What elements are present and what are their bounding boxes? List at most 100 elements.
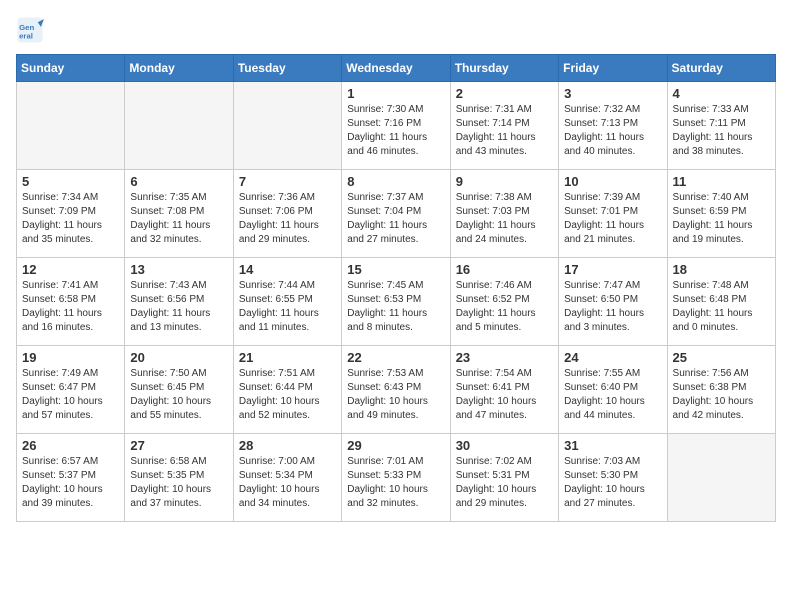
calendar-day-cell: 5 Sunrise: 7:34 AMSunset: 7:09 PMDaylight…	[17, 170, 125, 258]
calendar-day-cell: 12 Sunrise: 7:41 AMSunset: 6:58 PMDayligh…	[17, 258, 125, 346]
day-info: Sunrise: 7:40 AMSunset: 6:59 PMDaylight:…	[673, 191, 770, 247]
day-number: 16	[456, 262, 553, 277]
day-info: Sunrise: 6:57 AMSunset: 5:37 PMDaylight:…	[22, 455, 119, 511]
day-number: 9	[456, 174, 553, 189]
day-number: 3	[564, 86, 661, 101]
calendar-day-cell: 2 Sunrise: 7:31 AMSunset: 7:14 PMDaylight…	[450, 82, 558, 170]
day-info: Sunrise: 7:44 AMSunset: 6:55 PMDaylight:…	[239, 279, 336, 335]
day-number: 18	[673, 262, 770, 277]
calendar-week-row: 1Sunrise: 7:30 AMSunset: 7:16 PMDaylight…	[17, 82, 776, 170]
day-info: Sunrise: 7:49 AMSunset: 6:47 PMDaylight:…	[22, 367, 119, 423]
day-info: Sunrise: 7:50 AMSunset: 6:45 PMDaylight:…	[130, 367, 227, 423]
day-number: 12	[22, 262, 119, 277]
calendar-day-cell: 10Sunrise: 7:39 AMSunset: 7:01 PMDayligh…	[559, 170, 667, 258]
day-info: Sunrise: 7:51 AMSunset: 6:44 PMDaylight:…	[239, 367, 336, 423]
calendar-day-cell: 27 Sunrise: 6:58 AMSunset: 5:35 PMDayligh…	[125, 434, 233, 522]
day-number: 13	[130, 262, 227, 277]
day-info: Sunrise: 7:31 AMSunset: 7:14 PMDaylight:…	[456, 103, 553, 159]
day-info: Sunrise: 7:48 AMSunset: 6:48 PMDaylight:…	[673, 279, 770, 335]
day-number: 30	[456, 438, 553, 453]
day-number: 26	[22, 438, 119, 453]
svg-text:Gen: Gen	[19, 23, 34, 32]
day-info: Sunrise: 7:02 AMSunset: 5:31 PMDaylight:…	[456, 455, 553, 511]
calendar-day-cell: 17 Sunrise: 7:47 AMSunset: 6:50 PMDayligh…	[559, 258, 667, 346]
day-number: 5	[22, 174, 119, 189]
calendar-day-cell: 6 Sunrise: 7:35 AMSunset: 7:08 PMDaylight…	[125, 170, 233, 258]
calendar-day-cell: 25 Sunrise: 7:56 AMSunset: 6:38 PMDayligh…	[667, 346, 775, 434]
day-info: Sunrise: 7:30 AMSunset: 7:16 PMDaylight:…	[347, 103, 444, 159]
calendar-day-cell: 24 Sunrise: 7:55 AMSunset: 6:40 PMDayligh…	[559, 346, 667, 434]
day-number: 6	[130, 174, 227, 189]
day-info: Sunrise: 7:36 AMSunset: 7:06 PMDaylight:…	[239, 191, 336, 247]
day-info: Sunrise: 7:53 AMSunset: 6:43 PMDaylight:…	[347, 367, 444, 423]
day-info: Sunrise: 7:34 AMSunset: 7:09 PMDaylight:…	[22, 191, 119, 247]
weekday-header-cell: Friday	[559, 55, 667, 82]
calendar-week-row: 19Sunrise: 7:49 AMSunset: 6:47 PMDayligh…	[17, 346, 776, 434]
calendar-day-cell: 7 Sunrise: 7:36 AMSunset: 7:06 PMDaylight…	[233, 170, 341, 258]
calendar-day-cell: 30 Sunrise: 7:02 AMSunset: 5:31 PMDayligh…	[450, 434, 558, 522]
calendar-body: 1Sunrise: 7:30 AMSunset: 7:16 PMDaylight…	[17, 82, 776, 522]
calendar-day-cell: 15 Sunrise: 7:45 AMSunset: 6:53 PMDayligh…	[342, 258, 450, 346]
day-number: 31	[564, 438, 661, 453]
calendar-day-cell: 29 Sunrise: 7:01 AMSunset: 5:33 PMDayligh…	[342, 434, 450, 522]
calendar-day-cell: 26 Sunrise: 6:57 AMSunset: 5:37 PMDayligh…	[17, 434, 125, 522]
day-info: Sunrise: 7:37 AMSunset: 7:04 PMDaylight:…	[347, 191, 444, 247]
day-info: Sunrise: 7:35 AMSunset: 7:08 PMDaylight:…	[130, 191, 227, 247]
day-number: 2	[456, 86, 553, 101]
day-number: 28	[239, 438, 336, 453]
calendar-day-cell: 21 Sunrise: 7:51 AMSunset: 6:44 PMDayligh…	[233, 346, 341, 434]
calendar-day-cell: 19Sunrise: 7:49 AMSunset: 6:47 PMDayligh…	[17, 346, 125, 434]
calendar-day-cell: 28 Sunrise: 7:00 AMSunset: 5:34 PMDayligh…	[233, 434, 341, 522]
day-number: 11	[673, 174, 770, 189]
day-number: 17	[564, 262, 661, 277]
calendar-day-cell: 23 Sunrise: 7:54 AMSunset: 6:41 PMDayligh…	[450, 346, 558, 434]
day-info: Sunrise: 7:47 AMSunset: 6:50 PMDaylight:…	[564, 279, 661, 335]
calendar-day-cell: 16 Sunrise: 7:46 AMSunset: 6:52 PMDayligh…	[450, 258, 558, 346]
day-info: Sunrise: 7:41 AMSunset: 6:58 PMDaylight:…	[22, 279, 119, 335]
calendar-week-row: 12 Sunrise: 7:41 AMSunset: 6:58 PMDayligh…	[17, 258, 776, 346]
day-number: 23	[456, 350, 553, 365]
day-number: 24	[564, 350, 661, 365]
day-number: 29	[347, 438, 444, 453]
day-info: Sunrise: 7:56 AMSunset: 6:38 PMDaylight:…	[673, 367, 770, 423]
day-info: Sunrise: 7:33 AMSunset: 7:11 PMDaylight:…	[673, 103, 770, 159]
day-info: Sunrise: 7:32 AMSunset: 7:13 PMDaylight:…	[564, 103, 661, 159]
calendar-week-row: 5 Sunrise: 7:34 AMSunset: 7:09 PMDaylight…	[17, 170, 776, 258]
weekday-header-cell: Wednesday	[342, 55, 450, 82]
day-info: Sunrise: 7:01 AMSunset: 5:33 PMDaylight:…	[347, 455, 444, 511]
day-info: Sunrise: 7:43 AMSunset: 6:56 PMDaylight:…	[130, 279, 227, 335]
weekday-header-cell: Tuesday	[233, 55, 341, 82]
page-header: Gen eral	[16, 16, 776, 44]
calendar-day-cell: 18 Sunrise: 7:48 AMSunset: 6:48 PMDayligh…	[667, 258, 775, 346]
day-info: Sunrise: 7:55 AMSunset: 6:40 PMDaylight:…	[564, 367, 661, 423]
weekday-header-cell: Monday	[125, 55, 233, 82]
day-info: Sunrise: 7:54 AMSunset: 6:41 PMDaylight:…	[456, 367, 553, 423]
day-number: 21	[239, 350, 336, 365]
calendar-week-row: 26 Sunrise: 6:57 AMSunset: 5:37 PMDayligh…	[17, 434, 776, 522]
calendar-day-cell: 22 Sunrise: 7:53 AMSunset: 6:43 PMDayligh…	[342, 346, 450, 434]
day-number: 27	[130, 438, 227, 453]
calendar-day-cell: 20Sunrise: 7:50 AMSunset: 6:45 PMDayligh…	[125, 346, 233, 434]
calendar-day-cell	[233, 82, 341, 170]
weekday-header-cell: Sunday	[17, 55, 125, 82]
weekday-header-cell: Saturday	[667, 55, 775, 82]
day-number: 14	[239, 262, 336, 277]
weekday-header-row: SundayMondayTuesdayWednesdayThursdayFrid…	[17, 55, 776, 82]
day-number: 22	[347, 350, 444, 365]
day-number: 15	[347, 262, 444, 277]
calendar-day-cell	[125, 82, 233, 170]
day-info: Sunrise: 7:45 AMSunset: 6:53 PMDaylight:…	[347, 279, 444, 335]
day-info: Sunrise: 7:38 AMSunset: 7:03 PMDaylight:…	[456, 191, 553, 247]
calendar-day-cell: 1Sunrise: 7:30 AMSunset: 7:16 PMDaylight…	[342, 82, 450, 170]
day-info: Sunrise: 6:58 AMSunset: 5:35 PMDaylight:…	[130, 455, 227, 511]
day-info: Sunrise: 7:46 AMSunset: 6:52 PMDaylight:…	[456, 279, 553, 335]
logo: Gen eral	[16, 16, 48, 44]
day-info: Sunrise: 7:00 AMSunset: 5:34 PMDaylight:…	[239, 455, 336, 511]
day-info: Sunrise: 7:39 AMSunset: 7:01 PMDaylight:…	[564, 191, 661, 247]
calendar-day-cell	[667, 434, 775, 522]
day-number: 25	[673, 350, 770, 365]
weekday-header-cell: Thursday	[450, 55, 558, 82]
calendar-day-cell: 8Sunrise: 7:37 AMSunset: 7:04 PMDaylight…	[342, 170, 450, 258]
day-number: 7	[239, 174, 336, 189]
svg-text:eral: eral	[19, 32, 33, 41]
